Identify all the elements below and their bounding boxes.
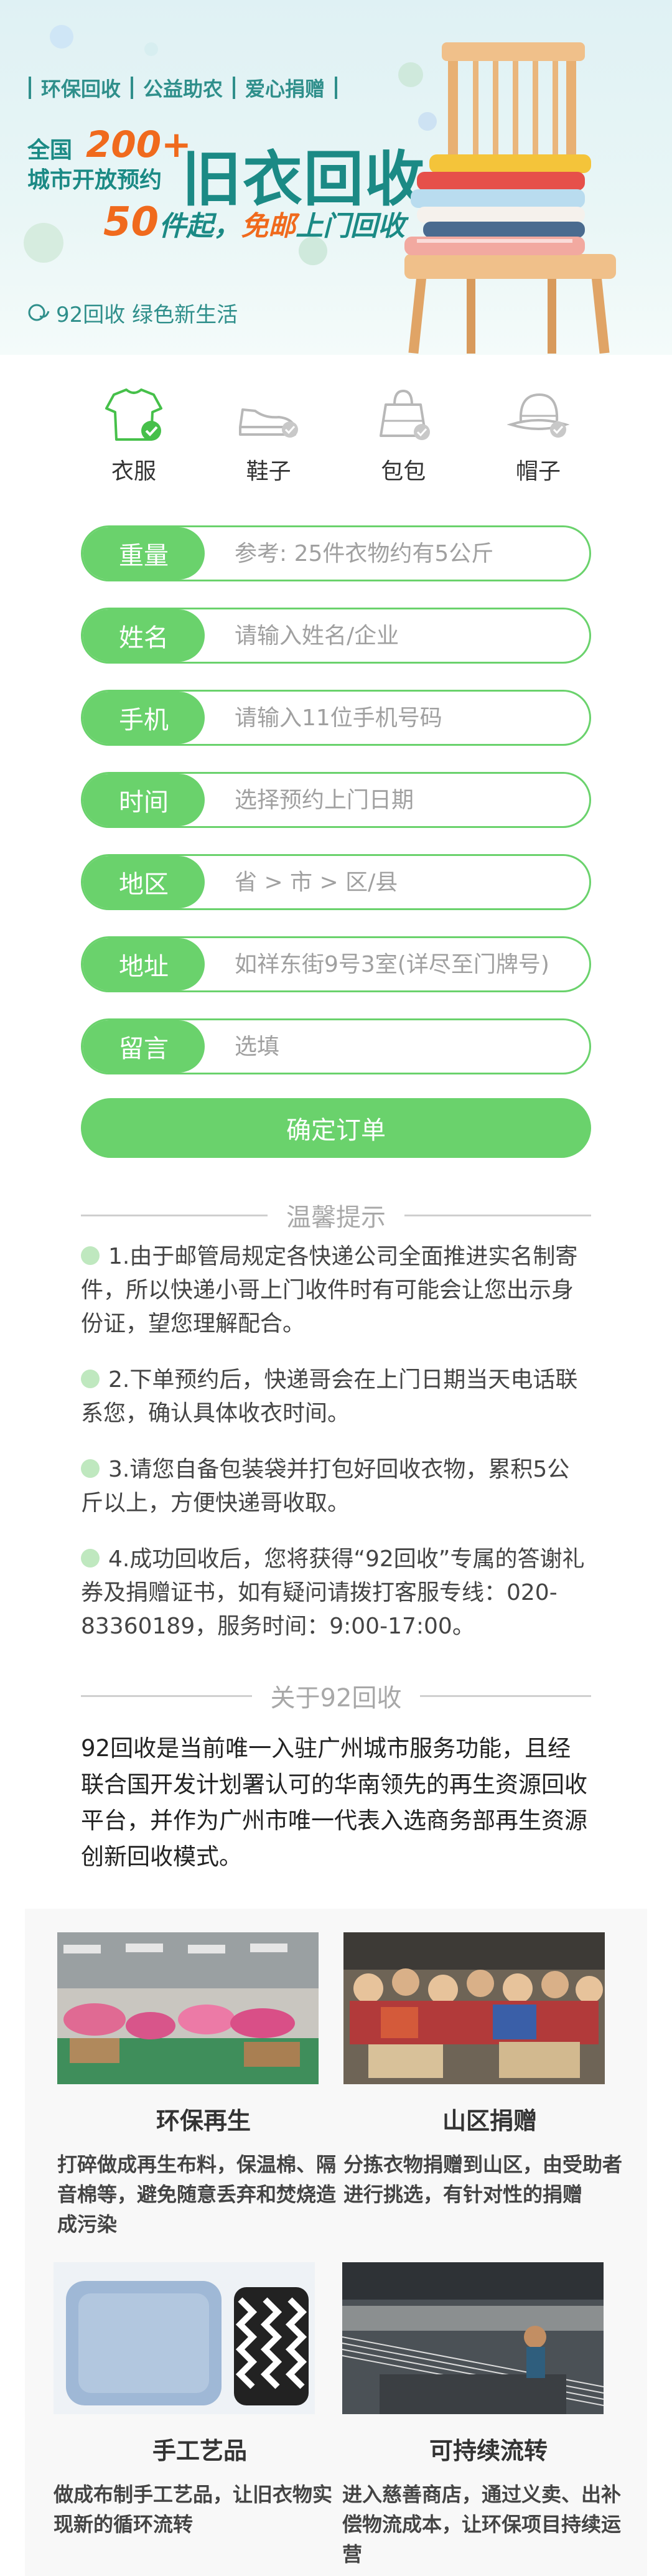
hero-banner: 环保回收 公益助农 爱心捐赠 全国 城市开放预约 200+ 旧衣回收 50件起，… [0,0,672,355]
tips-title: 温馨提示 [286,1203,386,1232]
divider-line [420,1695,591,1697]
hero-sub-free: 免邮 [241,210,296,242]
bag-icon [380,389,431,440]
category-tab-clothes[interactable]: 衣服 [93,386,174,492]
address-input[interactable] [205,939,589,989]
chair-clothes-illustration [404,42,616,354]
time-label: 时间 [83,774,205,826]
shirt-icon [105,388,162,441]
tip-text: 3.请您自备包装袋并打包好回收衣物，累积5公斤以上，方便快递哥收取。 [81,1457,570,1516]
message-label: 留言 [83,1020,205,1073]
donation-photo [343,1932,605,2084]
card-donation: 山区捐赠 分拣衣物捐赠到山区，由受助者进行挑选，有针对性的捐赠 [343,1932,636,2209]
phone-label: 手机 [83,692,205,744]
divider-line [404,1214,591,1216]
hero-sub-text: 件起， [159,210,241,242]
date-picker-input[interactable] [205,775,589,825]
message-field: 留言 [81,1018,591,1074]
card-recycle: 环保再生 打碎做成再生布料，保温棉、隔音棉等，避免随意丢弃和焚烧造成污染 [57,1932,350,2239]
tips-header: 温馨提示 [81,1196,591,1234]
about-text: 92回收是当前唯一入驻广州城市服务功能，且经联合国开发计划署认可的华南领先的再生… [81,1735,587,1870]
bullet-dot-icon [81,1549,100,1568]
tip-text: 4.成功回收后，您将获得“92回收”专属的答谢礼券及捐赠证书，如有疑问请拨打客服… [81,1546,585,1639]
tip-item: 1.由于邮管局规定各快递公司全面推进实名制寄件，所以快递小哥上门收件时有可能会让… [81,1240,591,1341]
name-label: 姓名 [83,609,205,662]
leaf-logo-icon [28,304,50,321]
category-label: 包包 [381,459,426,484]
divider-line [81,1214,268,1216]
card-sustainable: 可持续流转 进入慈善商店，通过义卖、出补偿物流成本，让环保项目持续运营 [342,2262,635,2569]
weight-label: 重量 [83,527,205,580]
about-header: 关于92回收 [81,1677,591,1714]
category-tab-shoes[interactable]: 鞋子 [228,386,309,492]
category-label: 鞋子 [246,459,291,484]
region-field: 地区 [81,854,591,910]
category-label: 帽子 [515,459,561,484]
loom-photo [342,2262,604,2414]
tip-item: 2.下单预约后，快递哥会在上门日期当天电话联系您，确认具体收衣时间。 [81,1363,591,1431]
card-desc: 打碎做成再生布料，保温棉、隔音棉等，避免随意丢弃和焚烧造成污染 [57,2153,337,2236]
pillow-photo [54,2262,315,2414]
tips-list: 1.由于邮管局规定各快递公司全面推进实名制寄件，所以快递小哥上门收件时有可能会让… [81,1240,591,1666]
tip-text: 1.由于邮管局规定各快递公司全面推进实名制寄件，所以快递小哥上门收件时有可能会让… [81,1244,578,1337]
hero-tag: 公益助农 [143,77,223,101]
time-field: 时间 [81,772,591,828]
phone-field: 手机 [81,690,591,746]
card-desc: 做成布制手工艺品，让旧衣物实现新的循环流转 [54,2483,333,2536]
brand-text: 92回收 绿色新生活 [56,303,238,327]
card-desc: 进入慈善商店，通过义卖、出补偿物流成本，让环保项目持续运营 [342,2483,622,2566]
region-select-input[interactable] [205,857,589,907]
shoe-icon [238,408,298,438]
hero-tag: 环保回收 [41,77,121,101]
tip-item: 3.请您自备包装袋并打包好回收衣物，累积5公斤以上，方便快递哥收取。 [81,1453,591,1520]
card-craft: 手工艺品 做成布制手工艺品，让旧衣物实现新的循环流转 [54,2262,346,2539]
hero-headline-count: 200+ [86,123,192,166]
hero-tags: 环保回收 公益助农 爱心捐赠 [29,73,347,102]
hero-subheadline: 50件起，免邮上门回收 [103,199,405,245]
card-title: 环保再生 [156,2107,251,2135]
card-desc: 分拣衣物捐赠到山区，由受助者进行挑选，有针对性的捐赠 [343,2153,623,2206]
weight-input[interactable] [205,529,589,578]
category-tabs: 衣服 鞋子 包包 帽子 [93,386,579,492]
decor-bubble [24,223,63,263]
service-cards: 环保再生 打碎做成再生布料，保温棉、隔音棉等，避免随意丢弃和焚烧造成污染 山区捐… [25,1909,647,2576]
hat-icon [506,393,570,438]
name-input[interactable] [205,611,589,660]
decor-bubble [144,42,158,56]
hero-tag: 爱心捐赠 [245,77,325,101]
brand-slogan: 92回收 绿色新生活 [27,298,238,328]
hero-headline-line: 城市开放预约 [27,167,162,193]
name-field: 姓名 [81,608,591,664]
card-title: 山区捐赠 [442,2107,537,2135]
phone-input[interactable] [205,693,589,743]
message-input[interactable] [205,1022,589,1071]
hero-sub-count: 50 [103,199,159,245]
divider-line [81,1695,252,1697]
weight-field: 重量 [81,525,591,581]
card-title: 手工艺品 [152,2437,247,2465]
confirm-order-button[interactable]: 确定订单 [81,1098,591,1158]
bullet-dot-icon [81,1370,100,1388]
about-title: 关于92回收 [270,1684,402,1713]
bullet-dot-icon [81,1459,100,1478]
order-form: 重量 姓名 手机 时间 地区 地址 留言 确定订单 [81,525,591,1158]
decor-bubble [50,25,73,49]
factory-photo [57,1932,319,2084]
category-tab-hats[interactable]: 帽子 [498,386,579,492]
tip-text: 2.下单预约后，快递哥会在上门日期当天电话联系您，确认具体收衣时间。 [81,1367,578,1426]
address-field: 地址 [81,936,591,992]
card-title: 可持续流转 [429,2437,548,2465]
region-label: 地区 [83,856,205,908]
address-label: 地址 [83,938,205,990]
bullet-dot-icon [81,1246,100,1265]
category-tab-bags[interactable]: 包包 [363,386,444,492]
category-label: 衣服 [111,459,156,484]
tip-item: 4.成功回收后，您将获得“92回收”专属的答谢礼券及捐赠证书，如有疑问请拨打客服… [81,1543,591,1643]
